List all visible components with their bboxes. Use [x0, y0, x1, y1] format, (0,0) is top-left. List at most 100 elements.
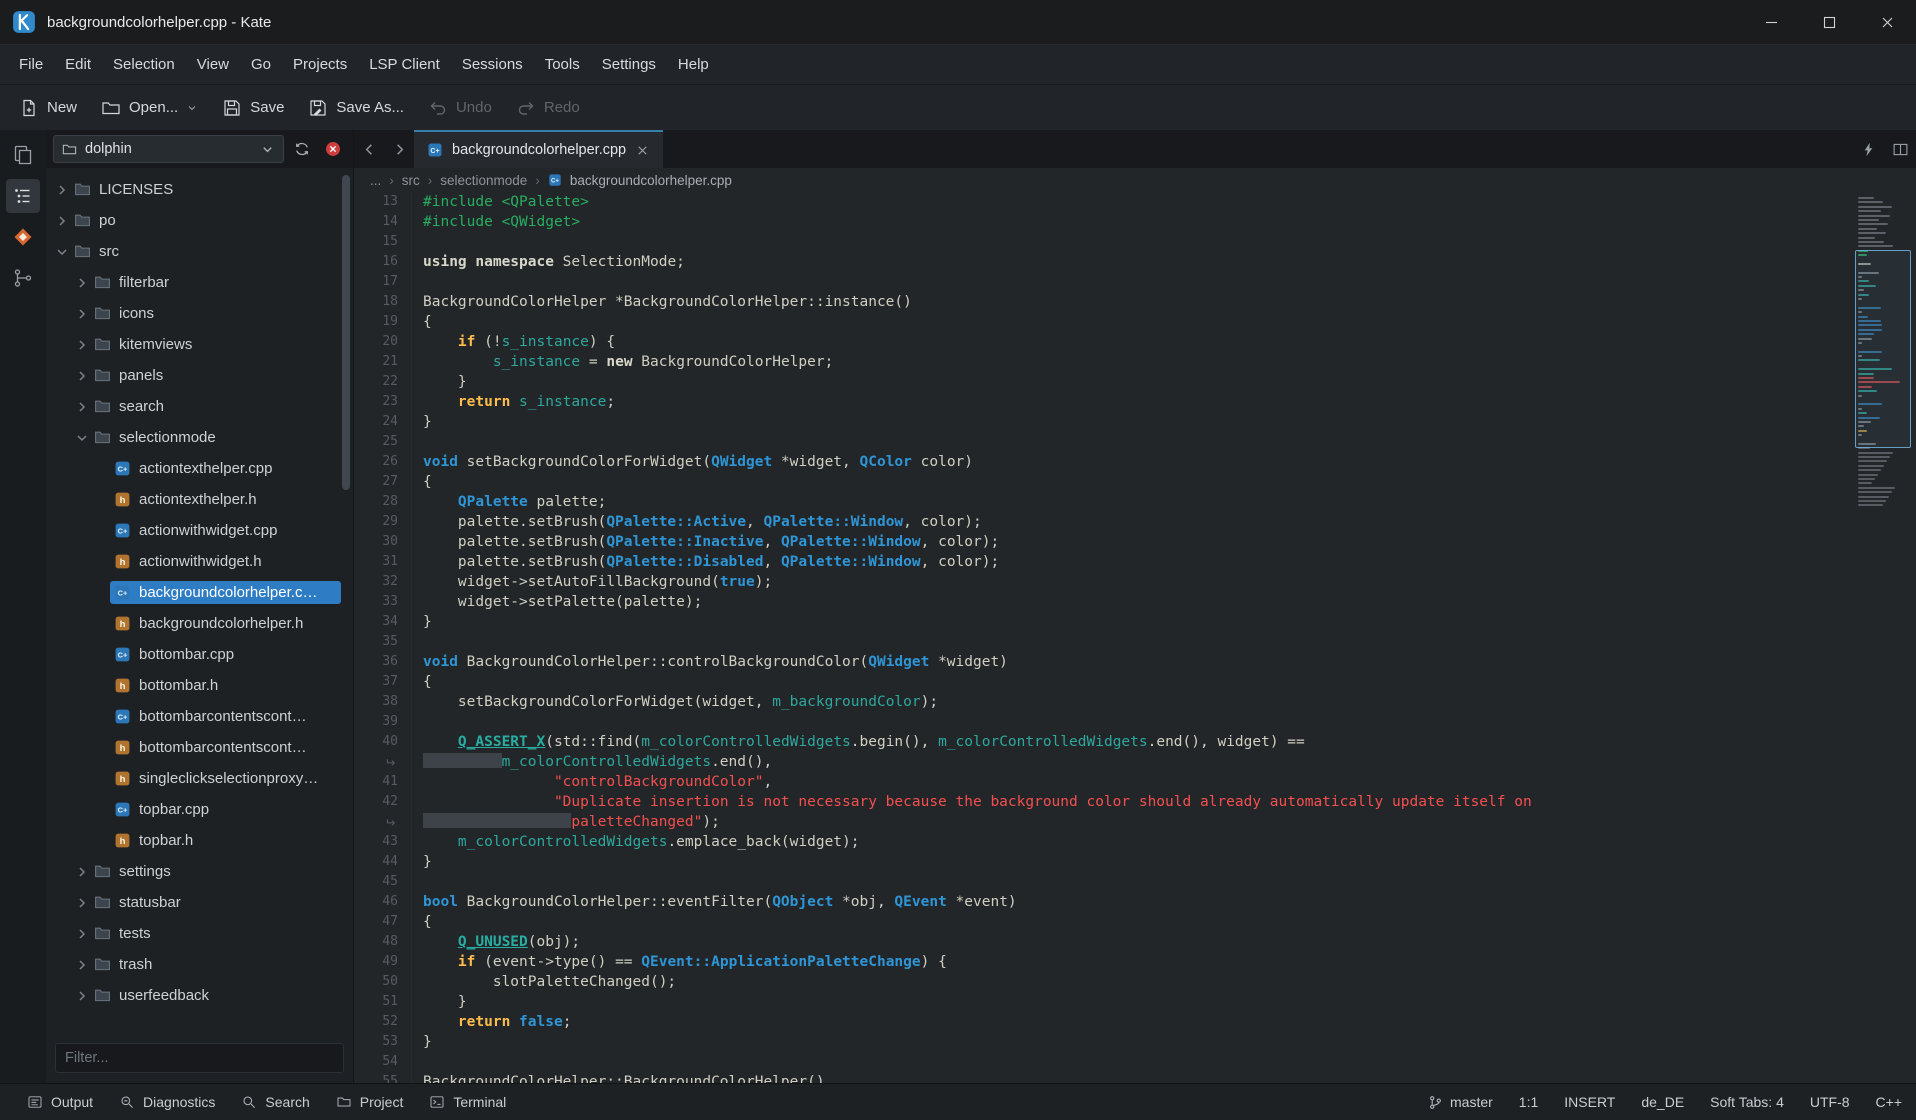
menu-help[interactable]: Help — [667, 45, 720, 84]
tree-item-actiontexthelper-h[interactable]: hactiontexthelper.h — [46, 484, 353, 515]
dictionary[interactable]: de_DE — [1641, 1094, 1684, 1110]
tree-item-actionwithwidget-h[interactable]: hactionwithwidget.h — [46, 546, 353, 577]
tree-item-userfeedback[interactable]: userfeedback — [46, 980, 353, 1011]
tree-scrollbar[interactable] — [342, 175, 350, 490]
chevron-down-icon[interactable] — [54, 244, 70, 260]
new-button[interactable]: New — [8, 90, 88, 126]
code-line: 38 setBackgroundColorForWidget(widget, m… — [354, 692, 1846, 712]
split-view-button[interactable] — [1884, 130, 1916, 168]
menu-projects[interactable]: Projects — [282, 45, 358, 84]
quick-open-button[interactable] — [1852, 130, 1884, 168]
chevron-right-icon[interactable] — [74, 895, 90, 911]
tree-item-topbar-cpp[interactable]: C+topbar.cpp — [46, 794, 353, 825]
menu-sessions[interactable]: Sessions — [451, 45, 534, 84]
tab-backgroundcolorhelper[interactable]: C+ backgroundcolorhelper.cpp — [414, 130, 663, 168]
code-line: 45 — [354, 872, 1846, 892]
forward-button[interactable] — [384, 130, 414, 168]
chevron-right-icon[interactable] — [54, 213, 70, 229]
sidebar-tool-vcs[interactable] — [6, 220, 40, 254]
tree-item-bottombarcontentscont[interactable]: hbottombarcontentscont… — [46, 732, 353, 763]
minimap-scrollbar[interactable] — [1854, 194, 1912, 512]
sidebar-tool-documents[interactable] — [6, 138, 40, 172]
syntax-mode[interactable]: C++ — [1876, 1094, 1902, 1110]
back-button[interactable] — [354, 130, 384, 168]
undo-button[interactable]: Undo — [417, 90, 503, 126]
minimize-button[interactable] — [1742, 0, 1800, 44]
tree-item-bottombarcontentscont[interactable]: C+bottombarcontentscont… — [46, 701, 353, 732]
tree-item-selectionmode[interactable]: selectionmode — [46, 422, 353, 453]
chevron-right-icon[interactable] — [74, 368, 90, 384]
tree-item-bottombar-h[interactable]: hbottombar.h — [46, 670, 353, 701]
chevron-right-icon[interactable] — [74, 864, 90, 880]
chevron-spacer — [94, 740, 110, 756]
chevron-right-icon[interactable] — [74, 399, 90, 415]
tree-item-tests[interactable]: tests — [46, 918, 353, 949]
tree-item-topbar-h[interactable]: htopbar.h — [46, 825, 353, 856]
reload-project-button[interactable] — [289, 136, 315, 162]
tree-item-backgroundcolorhelper-c[interactable]: C+backgroundcolorhelper.c… — [46, 577, 353, 608]
open-button[interactable]: Open... — [90, 90, 209, 126]
filter-input[interactable] — [55, 1043, 344, 1073]
tree-item-kitemviews[interactable]: kitemviews — [46, 329, 353, 360]
tree-item-search[interactable]: search — [46, 391, 353, 422]
tree-item-trash[interactable]: trash — [46, 949, 353, 980]
chevron-right-icon[interactable] — [74, 926, 90, 942]
panel-toggle-project[interactable]: Project — [323, 1084, 417, 1120]
tree-item-bottombar-cpp[interactable]: C+bottombar.cpp — [46, 639, 353, 670]
tree-item-statusbar[interactable]: statusbar — [46, 887, 353, 918]
tree-item-icons[interactable]: icons — [46, 298, 353, 329]
chevron-right-icon[interactable] — [74, 988, 90, 1004]
redo-button[interactable]: Redo — [505, 90, 591, 126]
project-selector[interactable]: dolphin — [53, 135, 284, 163]
menu-view[interactable]: View — [186, 45, 240, 84]
tree-item-po[interactable]: po — [46, 205, 353, 236]
chevron-right-icon[interactable] — [54, 182, 70, 198]
save-button[interactable]: Save — [211, 90, 295, 126]
menu-edit[interactable]: Edit — [54, 45, 102, 84]
chevron-right-icon[interactable] — [74, 337, 90, 353]
minimap-viewport[interactable] — [1855, 250, 1911, 448]
panel-toggle-terminal[interactable]: Terminal — [416, 1084, 519, 1120]
tree-item-licenses[interactable]: LICENSES — [46, 174, 353, 205]
close-button[interactable] — [1858, 0, 1916, 44]
editor-view[interactable]: 13#include <QPalette>14#include <QWidget… — [354, 192, 1916, 1083]
tree-item-settings[interactable]: settings — [46, 856, 353, 887]
sidebar-tool-symbols[interactable] — [6, 261, 40, 295]
tab-close-icon[interactable] — [635, 143, 650, 158]
cursor-position[interactable]: 1:1 — [1519, 1094, 1538, 1110]
tree-item-src[interactable]: src — [46, 236, 353, 267]
panel-toggle-diagnostics[interactable]: Diagnostics — [106, 1084, 228, 1120]
chevron-right-icon[interactable] — [74, 306, 90, 322]
save-as-button[interactable]: Save As... — [297, 90, 415, 126]
tree-item-panels[interactable]: panels — [46, 360, 353, 391]
tree-item-actionwithwidget-cpp[interactable]: C+actionwithwidget.cpp — [46, 515, 353, 546]
breadcrumb-item[interactable]: src — [402, 173, 420, 188]
input-mode[interactable]: INSERT — [1564, 1094, 1615, 1110]
menu-selection[interactable]: Selection — [102, 45, 186, 84]
tree-item-singleclickselectionproxy[interactable]: hsingleclickselectionproxy… — [46, 763, 353, 794]
tree-item-actiontexthelper-cpp[interactable]: C+actiontexthelper.cpp — [46, 453, 353, 484]
tab-width[interactable]: Soft Tabs: 4 — [1710, 1094, 1784, 1110]
tree-item-backgroundcolorhelper-h[interactable]: hbackgroundcolorhelper.h — [46, 608, 353, 639]
breadcrumb-item[interactable]: selectionmode — [440, 173, 527, 188]
chevron-right-icon[interactable] — [74, 275, 90, 291]
git-branch[interactable]: master — [1428, 1094, 1493, 1110]
panel-toggle-output[interactable]: Output — [14, 1084, 106, 1120]
menu-settings[interactable]: Settings — [591, 45, 667, 84]
maximize-button[interactable] — [1800, 0, 1858, 44]
menu-lsp-client[interactable]: LSP Client — [358, 45, 451, 84]
encoding[interactable]: UTF-8 — [1810, 1094, 1850, 1110]
breadcrumb-item[interactable]: ... — [370, 173, 381, 188]
menu-file[interactable]: File — [8, 45, 54, 84]
chevron-down-icon[interactable] — [74, 430, 90, 446]
menu-go[interactable]: Go — [240, 45, 282, 84]
chevron-right-icon[interactable] — [74, 957, 90, 973]
sidebar-tool-project-tree[interactable] — [6, 179, 40, 213]
svg-text:C+: C+ — [118, 589, 128, 598]
save-label: Save — [250, 99, 284, 116]
tree-item-filterbar[interactable]: filterbar — [46, 267, 353, 298]
menu-tools[interactable]: Tools — [534, 45, 591, 84]
breadcrumb-item[interactable]: backgroundcolorhelper.cpp — [570, 173, 732, 188]
panel-toggle-search[interactable]: Search — [228, 1084, 322, 1120]
close-project-button[interactable] — [320, 136, 346, 162]
